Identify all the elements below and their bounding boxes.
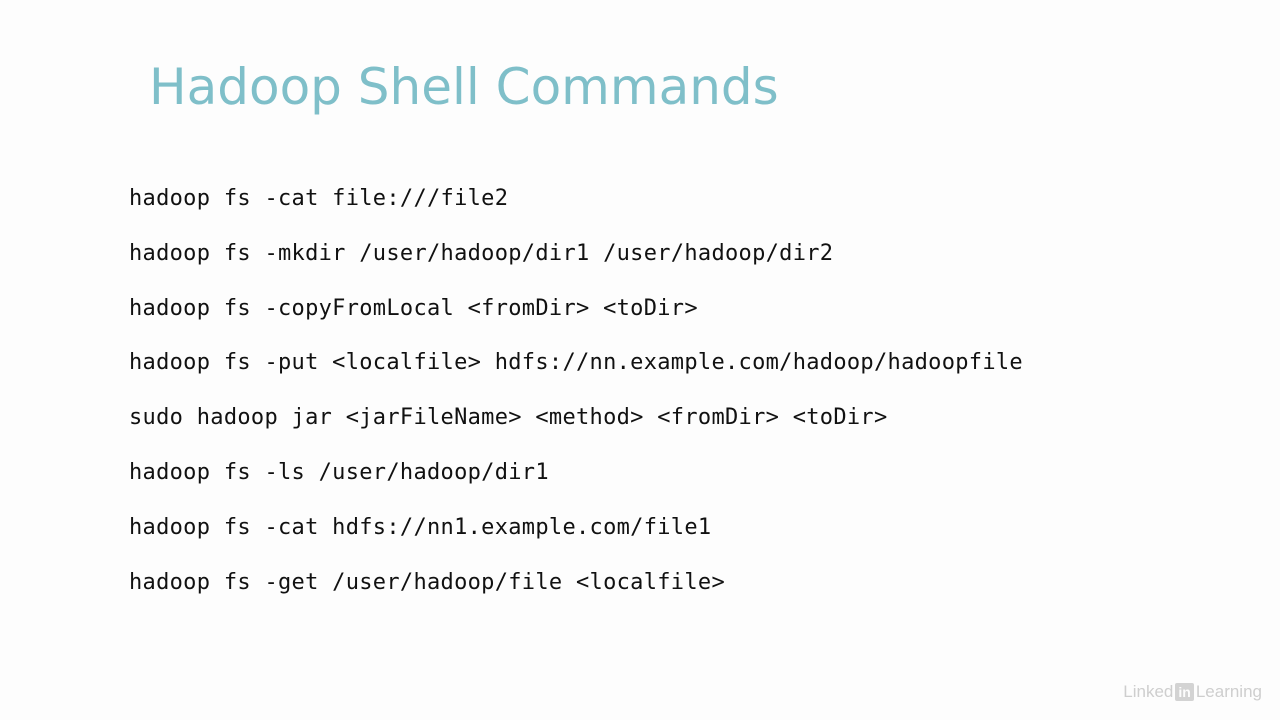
command-line: hadoop fs -cat hdfs://nn1.example.com/fi…: [129, 514, 712, 540]
command-line: hadoop fs -cat file:///file2: [129, 186, 509, 211]
command-line: hadoop fs -ls /user/hadoop/dir1: [129, 459, 549, 485]
slide: Hadoop Shell Commands hadoop fs -cat fil…: [0, 0, 1280, 720]
linkedin-logo-icon: in: [1175, 683, 1194, 701]
watermark-prefix: Linked: [1123, 682, 1174, 701]
command-line: hadoop fs -get /user/hadoop/file <localf…: [129, 569, 725, 595]
command-line: hadoop fs -put <localfile> hdfs://nn.exa…: [129, 350, 1023, 376]
command-line: hadoop fs -mkdir /user/hadoop/dir1 /user…: [129, 240, 834, 266]
command-list: hadoop fs -cat file:///file2 hadoop fs -…: [129, 182, 1023, 620]
command-line: hadoop fs -copyFromLocal <fromDir> <toDi…: [129, 295, 698, 321]
slide-title: Hadoop Shell Commands: [149, 58, 779, 116]
linkedin-learning-watermark: Linked in Learning: [1123, 682, 1262, 702]
command-line: sudo hadoop jar <jarFileName> <method> <…: [129, 405, 888, 431]
watermark-suffix: Learning: [1195, 682, 1262, 701]
